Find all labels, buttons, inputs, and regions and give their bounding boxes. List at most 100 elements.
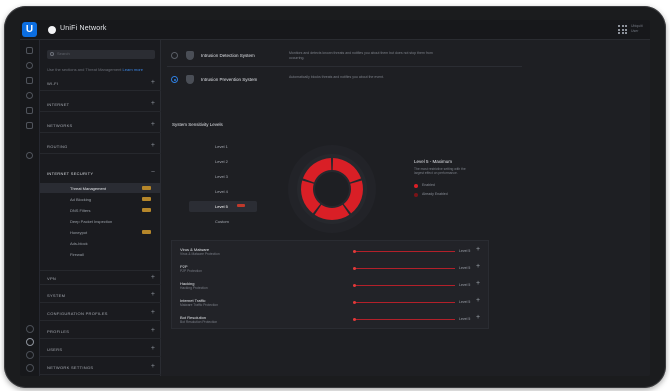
legend-swatch	[414, 192, 418, 197]
sub-dns-filters[interactable]: DNS Filters	[40, 205, 161, 215]
category-subtitle: Bot Resolution Protection	[180, 320, 218, 324]
selected-marker	[237, 204, 245, 207]
mode-description: Monitors and detects known threats and n…	[289, 51, 433, 60]
nav-label: INTERNET	[47, 102, 70, 107]
nav-system[interactable]: SYSTEM +	[40, 288, 161, 303]
nav-label: WI-FI	[47, 81, 59, 86]
nav-networks[interactable]: NETWORKS +	[40, 118, 161, 133]
sub-honeypot[interactable]: Honeypot	[40, 227, 161, 237]
mode-ips-row[interactable]: Intrusion Prevention System Automaticall…	[167, 69, 522, 91]
settings-gear-icon[interactable]	[26, 338, 34, 346]
sub-label: Ads-block	[70, 241, 88, 246]
expand-plus-icon[interactable]: +	[476, 246, 480, 253]
expand-plus-icon[interactable]: +	[476, 297, 480, 304]
level-label: Level 4	[215, 189, 228, 194]
table-row[interactable]: Hacking Hacking Protection Level 5 +	[172, 277, 490, 295]
sub-ad-blocking[interactable]: Ad Blocking	[40, 194, 161, 204]
shield-icon	[186, 51, 194, 60]
expand-icon: +	[150, 363, 155, 370]
nav-internet[interactable]: INTERNET +	[40, 97, 161, 112]
table-row[interactable]: P2P P2P Protection Level 5 +	[172, 260, 490, 278]
table-row[interactable]: Bot Resolution Bot Resolution Protection…	[172, 311, 490, 329]
level-label: Level 3	[215, 174, 228, 179]
nav-routing[interactable]: ROUTING +	[40, 139, 161, 154]
level-slider[interactable]	[353, 301, 455, 304]
sub-label: Firewall	[70, 252, 84, 257]
table-row[interactable]: Internet Traffic Malware Traffic Protect…	[172, 294, 490, 312]
expand-icon: +	[150, 309, 155, 316]
sub-label: Honeypot	[70, 230, 88, 235]
level-option[interactable]: Level 2	[189, 156, 257, 167]
nav-profiles[interactable]: PROFILES +	[40, 324, 161, 339]
sub-label: Threat Management	[70, 186, 107, 191]
category-level: Level 5	[459, 300, 471, 304]
nav-internet-security[interactable]: INTERNET SECURITY −	[40, 166, 161, 181]
insights-icon[interactable]	[26, 122, 33, 129]
learn-more-link[interactable]: Learn more	[123, 67, 143, 72]
level-option[interactable]: Level 1	[189, 141, 257, 152]
ubiquiti-logo-icon[interactable]: U	[22, 22, 37, 37]
level-slider[interactable]	[353, 318, 455, 321]
level-info-panel: Level 5 - Maximum The most restrictive s…	[414, 159, 474, 201]
section-title: System Sensitivity Levels	[172, 122, 223, 127]
level-slider[interactable]	[353, 284, 455, 287]
expand-plus-icon[interactable]: +	[476, 314, 480, 321]
level-option[interactable]: Level 4	[189, 186, 257, 197]
category-level: Level 5	[459, 249, 471, 253]
shield-icon	[186, 75, 194, 84]
level-heading: Level 5 - Maximum	[414, 159, 453, 164]
notifications-icon[interactable]	[26, 325, 34, 333]
devices-icon[interactable]	[26, 77, 33, 84]
account-icon[interactable]	[26, 364, 34, 372]
nav-users[interactable]: USERS +	[40, 342, 161, 357]
nav-network-settings[interactable]: NETWORK SETTINGS +	[40, 360, 161, 375]
apps-grid-icon[interactable]	[618, 25, 627, 34]
app-screen: U UniFi Network Ubiquiti User Search Use…	[20, 20, 650, 376]
sub-ads-block[interactable]: Ads-block	[40, 238, 161, 248]
category-table: Virus & Malware Virus & Malware Protecti…	[171, 240, 489, 329]
legend-enabled: Enabled	[414, 183, 474, 192]
level-label: Level 5	[215, 204, 228, 209]
category-subtitle: P2P Protection	[180, 269, 202, 273]
ids-radio[interactable]	[171, 52, 178, 59]
help-icon[interactable]	[26, 351, 34, 359]
user-menu[interactable]: Ubiquiti User	[631, 24, 649, 34]
expand-plus-icon[interactable]: +	[476, 263, 480, 270]
alerts-icon[interactable]	[26, 152, 33, 159]
level-option-selected[interactable]: Level 5	[189, 201, 257, 212]
ips-radio[interactable]	[171, 76, 178, 83]
category-level: Level 5	[459, 283, 471, 287]
level-slider[interactable]	[353, 250, 455, 253]
sub-threat-management[interactable]: Threat Management	[40, 183, 161, 193]
level-slider[interactable]	[353, 267, 455, 270]
level-option[interactable]: Custom	[189, 216, 257, 227]
level-label: Level 2	[215, 159, 228, 164]
nav-label: INTERNET SECURITY	[47, 171, 94, 176]
clients-icon[interactable]	[26, 92, 33, 99]
expand-icon: +	[150, 274, 155, 281]
category-level: Level 5	[459, 317, 471, 321]
dashboard-icon[interactable]	[26, 47, 33, 54]
level-label: Level 1	[215, 144, 228, 149]
category-subtitle: Virus & Malware Protection	[180, 252, 220, 256]
collapse-icon: −	[150, 169, 155, 176]
nav-wifi[interactable]: WI-FI +	[40, 76, 161, 91]
sub-deep-packet-inspection[interactable]: Deep Packet Inspection	[40, 216, 161, 226]
topology-icon[interactable]	[26, 62, 33, 69]
settings-search-input[interactable]: Search	[47, 50, 155, 59]
expand-icon: +	[150, 142, 155, 149]
level-option[interactable]: Level 3	[189, 171, 257, 182]
expand-icon: +	[150, 100, 155, 107]
nav-vpn[interactable]: VPN +	[40, 270, 161, 285]
statistics-icon[interactable]	[26, 107, 33, 114]
level-label: Custom	[215, 219, 229, 224]
icon-rail	[20, 40, 40, 376]
unifi-dot-icon	[48, 26, 56, 34]
legend-label: Enabled	[422, 182, 435, 187]
mode-ids-row[interactable]: Intrusion Detection System Monitors and …	[167, 45, 522, 67]
expand-plus-icon[interactable]: +	[476, 280, 480, 287]
sub-firewall[interactable]: Firewall	[40, 249, 161, 259]
table-row[interactable]: Virus & Malware Virus & Malware Protecti…	[172, 243, 490, 261]
nav-configuration-profiles[interactable]: CONFIGURATION PROFILES +	[40, 306, 161, 321]
donut-hole	[315, 172, 349, 206]
